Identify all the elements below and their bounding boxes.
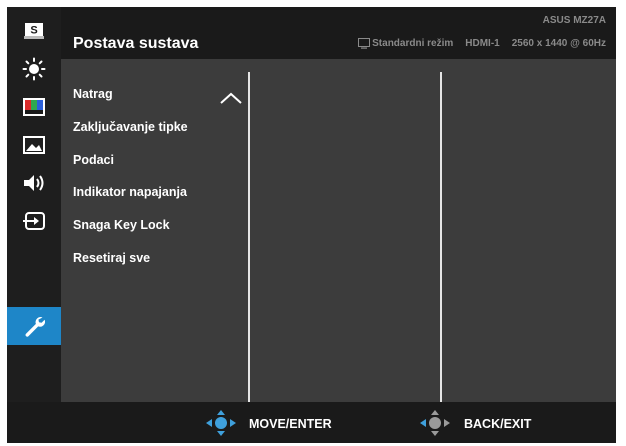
brightness-icon [22,57,46,81]
menu-item-key-lock[interactable]: Zaključavanje tipke [73,120,188,134]
sidebar-item-input-select[interactable] [7,202,61,240]
sound-icon [24,175,44,191]
back-exit-label: BACK/EXIT [464,417,532,431]
sidebar-item-system-setup[interactable] [7,307,61,345]
column-divider [248,72,250,402]
column-divider [440,72,442,402]
menu-list: Natrag Zaključavanje tipke Podaci Indika… [61,59,248,402]
page-title: Postava sustava [73,35,199,52]
menu-item-reset-all[interactable]: Resetiraj sve [73,251,150,265]
menu-item-power-indicator[interactable]: Indikator napajanja [73,185,187,199]
sidebar-item-splendid[interactable]: S [7,12,61,50]
splendid-icon-letter: S [30,25,37,37]
sidebar-item-brightness[interactable] [7,50,61,88]
joystick-move-icon [206,410,236,436]
sidebar-item-color[interactable] [7,88,61,126]
sidebar-item-sound[interactable] [7,164,61,202]
image-icon [23,136,45,154]
main-panel: Postava sustava ASUS MZ27A Standardni re… [61,7,616,402]
model-name: ASUS MZ27A [542,15,606,26]
resolution-label: 2560 x 1440 @ 60Hz [511,38,606,49]
input-select-icon [23,212,45,230]
mode-label: Standardni režim [372,38,454,49]
input-label: HDMI-1 [465,38,500,49]
splendid-icon: S [24,23,44,39]
status-bar: Standardni režim HDMI-1 2560 x 1440 @ 60… [358,38,606,49]
monitor-icon [358,38,371,49]
wrench-icon [25,317,45,337]
menu-item-power-key-lock[interactable]: Snaga Key Lock [73,218,170,232]
footer: MOVE/ENTER BACK/EXIT [7,402,616,443]
color-icon [23,98,45,116]
sidebar-item-image[interactable] [7,126,61,164]
chevron-up-icon [220,92,242,104]
header: Postava sustava ASUS MZ27A Standardni re… [61,7,616,59]
menu-item-natrag[interactable]: Natrag [73,87,113,101]
move-enter-label: MOVE/ENTER [249,417,332,431]
osd-window: S Postava sustava ASUS MZ27A Standardni … [7,7,616,443]
sidebar: S [7,7,61,402]
joystick-back-icon [420,410,450,436]
menu-item-information[interactable]: Podaci [73,153,114,167]
